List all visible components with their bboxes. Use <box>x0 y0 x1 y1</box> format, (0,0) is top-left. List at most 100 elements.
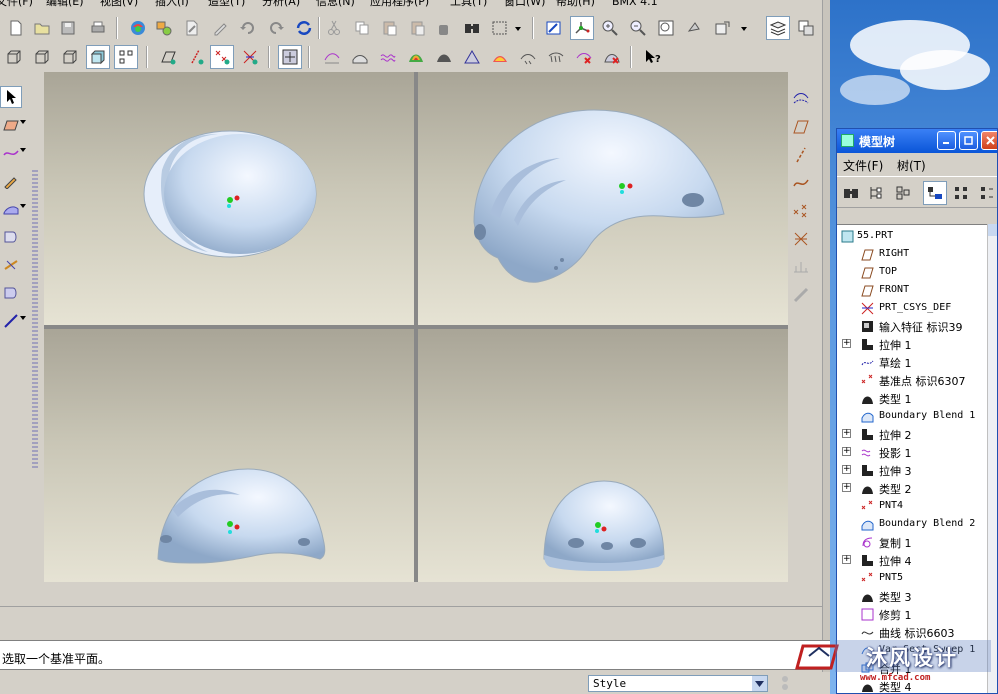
hidden-line-button[interactable] <box>30 45 54 69</box>
menu-styling[interactable]: 造型(T) <box>208 0 245 9</box>
edit-feature-button[interactable] <box>180 16 204 40</box>
slope-analysis-button[interactable] <box>460 45 484 69</box>
save-button[interactable] <box>56 16 80 40</box>
select-tool-button[interactable] <box>0 86 22 108</box>
color-analysis-button[interactable] <box>404 45 428 69</box>
curvature-button[interactable] <box>376 45 400 69</box>
tree-item[interactable]: + 拉伸 4 <box>837 551 987 569</box>
reflection-button[interactable] <box>348 45 372 69</box>
model-display-button[interactable] <box>152 16 176 40</box>
tree-item[interactable]: Boundary Blend 1 <box>837 407 987 425</box>
print-button[interactable] <box>86 16 110 40</box>
context-help-button[interactable]: ? <box>640 45 664 69</box>
view-right[interactable] <box>418 72 788 325</box>
tree-item[interactable]: 修剪 1 <box>837 605 987 623</box>
spin-center-button[interactable] <box>570 16 594 40</box>
maximize-button[interactable] <box>959 131 978 150</box>
regenerate-button[interactable] <box>292 16 316 40</box>
paste-button[interactable] <box>378 16 402 40</box>
tree-item[interactable]: + 拉伸 2 <box>837 425 987 443</box>
menu-help[interactable]: 帮助(H) <box>556 0 595 9</box>
view-top[interactable] <box>44 72 414 325</box>
view-front[interactable] <box>44 329 414 582</box>
sketch-tool-button[interactable] <box>0 170 22 192</box>
open-file-button[interactable] <box>30 16 54 40</box>
menu-info[interactable]: 信息(N) <box>316 0 355 9</box>
paste-special-button[interactable] <box>406 16 430 40</box>
line-tool-button[interactable] <box>0 310 26 332</box>
extend-tool-button[interactable] <box>0 282 22 304</box>
tree-menu-tree[interactable]: 树(T) <box>897 157 926 174</box>
selection-dropdown-button[interactable] <box>512 16 524 40</box>
layers-button[interactable] <box>766 16 790 40</box>
tree-item[interactable]: + 投影 1 <box>837 443 987 461</box>
tree-expand-toggle[interactable]: + <box>842 555 851 564</box>
tree-columns-button[interactable] <box>891 181 915 205</box>
spin-toggle[interactable] <box>278 45 302 69</box>
surface-tool-button[interactable] <box>0 198 26 220</box>
draft-analysis-button[interactable] <box>432 45 456 69</box>
tree-item[interactable]: FRONT <box>837 281 987 299</box>
tree-expand-toggle[interactable]: + <box>842 339 851 348</box>
no-hidden-button[interactable] <box>58 45 82 69</box>
tree-item[interactable]: PNT5 <box>837 569 987 587</box>
tree-item[interactable]: + 拉伸 1 <box>837 335 987 353</box>
tree-filter-button[interactable] <box>923 181 947 205</box>
tree-item[interactable]: 草绘 1 <box>837 353 987 371</box>
wireframe-button[interactable] <box>2 45 26 69</box>
zoom-out-button[interactable] <box>626 16 650 40</box>
reorient-button[interactable] <box>682 16 706 40</box>
tree-expand-toggle[interactable]: + <box>842 447 851 456</box>
copy-button[interactable] <box>350 16 374 40</box>
datum-points-toggle[interactable] <box>210 45 234 69</box>
clear-analysis-button[interactable] <box>600 45 624 69</box>
datum-curve-button[interactable] <box>788 170 814 196</box>
delete-analysis-button[interactable] <box>572 45 596 69</box>
datum-point-button[interactable] <box>788 198 814 224</box>
csys-toggle[interactable] <box>238 45 262 69</box>
menu-applications[interactable]: 应用程序(P) <box>370 0 429 9</box>
menu-edit[interactable]: 编辑(E) <box>46 0 84 9</box>
section-analysis-button[interactable] <box>488 45 512 69</box>
refit-button[interactable] <box>654 16 678 40</box>
selection-box-button[interactable] <box>488 16 512 40</box>
view-back[interactable] <box>418 329 788 582</box>
minimize-button[interactable] <box>937 131 956 150</box>
curve-tool-button[interactable] <box>0 142 26 164</box>
curve-analysis-button[interactable] <box>788 86 814 112</box>
tree-item[interactable]: PNT4 <box>837 497 987 515</box>
tree-item[interactable]: PRT_CSYS_DEF <box>837 299 987 317</box>
undo-button[interactable] <box>236 16 260 40</box>
datum-axes-toggle[interactable] <box>184 45 208 69</box>
new-file-button[interactable] <box>4 16 28 40</box>
cut-button[interactable] <box>322 16 346 40</box>
manipulate-button[interactable] <box>432 16 456 40</box>
trim-tool-button[interactable] <box>0 254 22 276</box>
selection-filter-select[interactable]: Style <box>588 675 768 692</box>
tree-collapse-button[interactable] <box>975 181 997 205</box>
tree-find-button[interactable] <box>839 181 863 205</box>
datum-plane-button[interactable] <box>788 114 814 140</box>
shading-button[interactable] <box>86 45 110 69</box>
model-tree-scrollbar[interactable] <box>987 224 997 693</box>
analysis-feature-button[interactable] <box>788 254 814 280</box>
datum-axis-button[interactable] <box>788 142 814 168</box>
tree-item[interactable]: 类型 1 <box>837 389 987 407</box>
deviation-button[interactable] <box>544 45 568 69</box>
browser-button[interactable] <box>126 16 150 40</box>
menu-insert[interactable]: 插入(I) <box>155 0 189 9</box>
style-surface-button[interactable] <box>320 45 344 69</box>
zoom-in-button[interactable] <box>598 16 622 40</box>
close-button[interactable] <box>981 131 997 150</box>
redo-button[interactable] <box>264 16 288 40</box>
plane-tool-button[interactable] <box>0 114 26 136</box>
menu-window[interactable]: 窗口(W) <box>504 0 545 9</box>
graphics-viewport[interactable] <box>44 72 788 582</box>
redraw-button[interactable] <box>208 16 232 40</box>
tree-settings-button[interactable] <box>865 181 889 205</box>
tree-item[interactable]: 基准点 标识6307 <box>837 371 987 389</box>
tree-item[interactable]: TOP <box>837 263 987 281</box>
menu-file[interactable]: 文件(F) <box>0 0 33 9</box>
tree-expand-button[interactable] <box>949 181 973 205</box>
offset-analysis-button[interactable] <box>516 45 540 69</box>
